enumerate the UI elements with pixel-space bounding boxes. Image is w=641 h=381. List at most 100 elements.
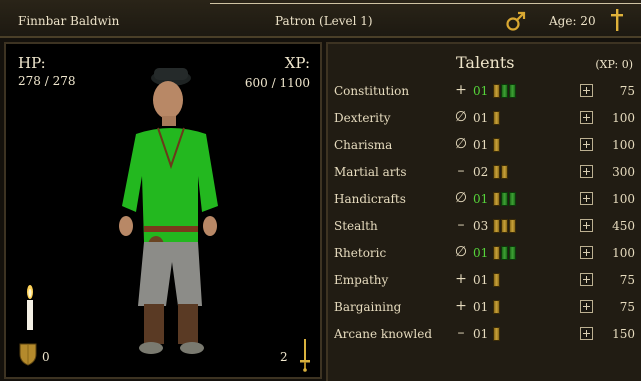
talent-row: Arcane knowled –01 150 bbox=[328, 323, 641, 345]
talent-cost: 100 bbox=[612, 111, 635, 125]
talent-level: 01 bbox=[473, 192, 489, 206]
talent-row: Stealth –03 450 bbox=[328, 215, 641, 237]
talent-level: 01 bbox=[473, 111, 489, 125]
talent-trend-icon: + bbox=[455, 271, 467, 287]
talent-bar-segment bbox=[501, 219, 508, 233]
talent-bar-segment bbox=[493, 327, 500, 341]
increase-talent-button[interactable] bbox=[580, 300, 593, 313]
talent-bar-segment bbox=[493, 273, 500, 287]
talent-bar-segment bbox=[509, 192, 516, 206]
talent-row: Empathy +01 75 bbox=[328, 269, 641, 291]
talent-row: Charisma ∅ 01 100 bbox=[328, 134, 641, 156]
talent-cost: 450 bbox=[612, 219, 635, 233]
increase-talent-button[interactable] bbox=[580, 165, 593, 178]
talent-name: Rhetoric bbox=[334, 246, 387, 260]
talent-level-bars bbox=[493, 273, 500, 287]
talent-level-bars bbox=[493, 111, 500, 125]
shield-icon bbox=[19, 343, 37, 366]
talent-bar-segment bbox=[493, 192, 500, 206]
increase-talent-button[interactable] bbox=[580, 111, 593, 124]
increase-talent-button[interactable] bbox=[580, 138, 593, 151]
character-portrait-panel: HP: 278 / 278 XP: 600 / 1100 0 2 bbox=[4, 42, 322, 379]
weapon-value: 2 bbox=[280, 350, 288, 364]
increase-talent-button[interactable] bbox=[580, 246, 593, 259]
increase-talent-button[interactable] bbox=[580, 84, 593, 97]
talent-level-bars bbox=[493, 327, 500, 341]
talent-trend-icon: + bbox=[455, 82, 467, 98]
talent-row: Constitution +01 75 bbox=[328, 80, 641, 102]
talent-bar-segment bbox=[493, 219, 500, 233]
talent-bar-segment bbox=[493, 138, 500, 152]
talent-bar-segment bbox=[493, 246, 500, 260]
talent-row: Rhetoric ∅ 01 100 bbox=[328, 242, 641, 264]
talent-name: Charisma bbox=[334, 138, 393, 152]
increase-talent-button[interactable] bbox=[580, 219, 593, 232]
xp-label: XP: bbox=[284, 54, 310, 72]
increase-talent-button[interactable] bbox=[580, 327, 593, 340]
armor-value: 0 bbox=[42, 350, 50, 364]
talent-level-bars bbox=[493, 138, 500, 152]
talent-level-bars bbox=[493, 84, 516, 98]
talent-name: Stealth bbox=[334, 219, 378, 233]
talent-level: 01 bbox=[473, 273, 489, 287]
talent-level-bars bbox=[493, 192, 516, 206]
talent-cost: 75 bbox=[619, 84, 635, 98]
talent-level-bars bbox=[493, 219, 516, 233]
male-symbol-icon bbox=[506, 11, 526, 31]
talent-bar-segment bbox=[501, 84, 508, 98]
sword-icon bbox=[300, 339, 310, 372]
talent-name: Arcane knowled bbox=[334, 327, 433, 341]
talent-cost: 100 bbox=[612, 192, 635, 206]
talent-trend-icon: – bbox=[457, 325, 465, 341]
talent-row: Martial arts –02 300 bbox=[328, 161, 641, 183]
talent-row: Bargaining +01 75 bbox=[328, 296, 641, 318]
talent-bar-segment bbox=[509, 84, 516, 98]
talent-bar-segment bbox=[509, 219, 516, 233]
talent-level: 01 bbox=[473, 138, 489, 152]
talent-cost: 75 bbox=[619, 300, 635, 314]
header-divider bbox=[210, 3, 641, 4]
increase-talent-button[interactable] bbox=[580, 273, 593, 286]
hp-label: HP: bbox=[18, 54, 46, 72]
candle-icon bbox=[27, 285, 33, 330]
talent-level-bars bbox=[493, 300, 500, 314]
talent-trend-icon: ∅ bbox=[454, 109, 468, 125]
talent-level: 01 bbox=[473, 300, 489, 314]
talent-cost: 300 bbox=[612, 165, 635, 179]
character-age: Age: 20 bbox=[549, 14, 596, 28]
talent-level: 02 bbox=[473, 165, 489, 179]
increase-talent-button[interactable] bbox=[580, 192, 593, 205]
talent-row: Handicrafts ∅ 01 100 bbox=[328, 188, 641, 210]
talent-bar-segment bbox=[509, 246, 516, 260]
talent-level: 01 bbox=[473, 84, 489, 98]
character-header-bar: Finnbar Baldwin Patron (Level 1) Age: 20 bbox=[0, 0, 641, 38]
talent-bar-segment bbox=[501, 246, 508, 260]
talent-cost: 150 bbox=[612, 327, 635, 341]
talent-cost: 100 bbox=[612, 138, 635, 152]
talent-trend-icon: ∅ bbox=[454, 244, 468, 260]
talents-xp-available: (XP: 0) bbox=[595, 58, 633, 71]
talent-bar-segment bbox=[493, 84, 500, 98]
xp-value: 600 / 1100 bbox=[244, 76, 310, 90]
talent-row: Dexterity ∅ 01 100 bbox=[328, 107, 641, 129]
talent-level-bars bbox=[493, 165, 508, 179]
talent-cost: 75 bbox=[619, 273, 635, 287]
talent-trend-icon: ∅ bbox=[454, 136, 468, 152]
talent-level: 01 bbox=[473, 246, 489, 260]
talent-name: Constitution bbox=[334, 84, 410, 98]
character-portrait bbox=[119, 68, 218, 354]
talent-name: Bargaining bbox=[334, 300, 402, 314]
talent-bar-segment bbox=[501, 192, 508, 206]
talent-trend-icon: – bbox=[457, 217, 465, 233]
talent-name: Handicrafts bbox=[334, 192, 406, 206]
talent-trend-icon: – bbox=[457, 163, 465, 179]
talent-name: Empathy bbox=[334, 273, 389, 287]
talents-panel: Talents (XP: 0) Constitution +01 75 Dexteri… bbox=[326, 42, 641, 381]
talent-bar-segment bbox=[493, 111, 500, 125]
character-name: Finnbar Baldwin bbox=[18, 14, 120, 28]
talent-bar-segment bbox=[493, 300, 500, 314]
talent-trend-icon: ∅ bbox=[454, 190, 468, 206]
talent-trend-icon: + bbox=[455, 298, 467, 314]
cross-icon bbox=[611, 9, 623, 31]
talent-cost: 100 bbox=[612, 246, 635, 260]
